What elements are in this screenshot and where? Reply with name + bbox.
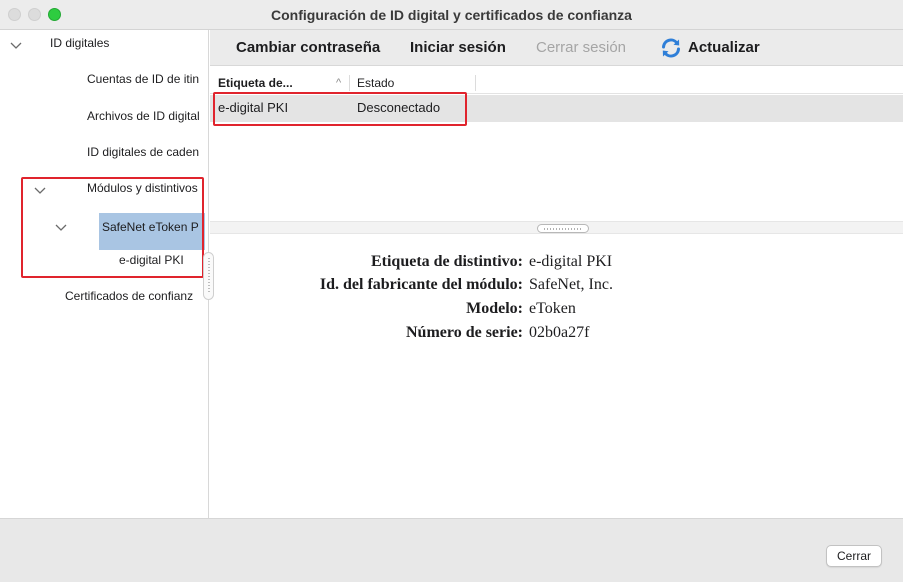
detail-label: Id. del fabricante del módulo: xyxy=(319,276,523,293)
refresh-icon[interactable] xyxy=(659,36,683,60)
detail-label: Etiqueta de distintivo: xyxy=(370,253,523,270)
sidebar-item-id-digitales[interactable]: ID digitales xyxy=(50,36,205,58)
column-divider[interactable] xyxy=(475,75,476,91)
login-button[interactable]: Iniciar sesión xyxy=(410,39,506,56)
sidebar-item-e-digital-pki[interactable]: e-digital PKI xyxy=(119,253,204,275)
column-header-label[interactable]: Etiqueta de... xyxy=(218,76,293,90)
detail-row: Etiqueta de distintivo: e-digital PKI xyxy=(210,253,903,275)
details-pane: Etiqueta de distintivo: e-digital PKI Id… xyxy=(210,235,903,518)
chevron-down-icon[interactable] xyxy=(9,39,23,53)
detail-value: SafeNet, Inc. xyxy=(529,276,613,293)
column-divider[interactable] xyxy=(349,75,350,91)
window-title: Configuración de ID digital y certificad… xyxy=(271,7,632,23)
cell-label: e-digital PKI xyxy=(218,100,289,115)
sidebar-item-safenet-etoken[interactable]: SafeNet eToken P xyxy=(99,213,205,250)
detail-value: e-digital PKI xyxy=(529,253,613,270)
chevron-down-icon[interactable] xyxy=(54,221,68,235)
logout-button[interactable]: Cerrar sesión xyxy=(536,39,626,56)
pane-resize-handle[interactable] xyxy=(537,224,589,233)
chevron-down-icon[interactable] xyxy=(33,184,47,198)
detail-label: Número de serie: xyxy=(406,324,523,341)
table-row[interactable]: e-digital PKI Desconectado xyxy=(210,95,903,122)
sidebar-item-modulos-distintivos[interactable]: Módulos y distintivos xyxy=(87,181,206,203)
refresh-button[interactable]: Actualizar xyxy=(688,39,760,56)
title-bar: Configuración de ID digital y certificad… xyxy=(0,0,903,30)
footer-bar: Cerrar xyxy=(0,518,903,582)
detail-row: Número de serie: 02b0a27f xyxy=(210,324,903,346)
toolbar: Cambiar contraseña Iniciar sesión Cerrar… xyxy=(210,30,903,66)
detail-row: Modelo: eToken xyxy=(210,300,903,322)
table-header: Etiqueta de... ^ Estado xyxy=(210,72,903,94)
cell-status: Desconectado xyxy=(357,100,441,115)
sidebar-item-id-cadena[interactable]: ID digitales de caden xyxy=(87,145,206,167)
sidebar-item-cuentas-id[interactable]: Cuentas de ID de itin xyxy=(87,72,206,94)
pane-divider[interactable] xyxy=(210,221,903,234)
sidebar-item-certificados-confianza[interactable]: Certificados de confianz xyxy=(65,289,206,311)
detail-value: eToken xyxy=(529,300,576,317)
detail-value: 02b0a27f xyxy=(529,324,590,341)
sidebar-item-archivos-id[interactable]: Archivos de ID digital xyxy=(87,109,206,131)
close-button[interactable]: Cerrar xyxy=(826,545,882,567)
detail-row: Id. del fabricante del módulo: SafeNet, … xyxy=(210,276,903,298)
column-header-status[interactable]: Estado xyxy=(357,76,394,90)
sort-ascending-icon: ^ xyxy=(336,77,342,89)
change-password-button[interactable]: Cambiar contraseña xyxy=(236,39,380,56)
sidebar-tree: ID digitales Cuentas de ID de itin Archi… xyxy=(0,30,209,518)
detail-label: Modelo: xyxy=(466,300,523,317)
